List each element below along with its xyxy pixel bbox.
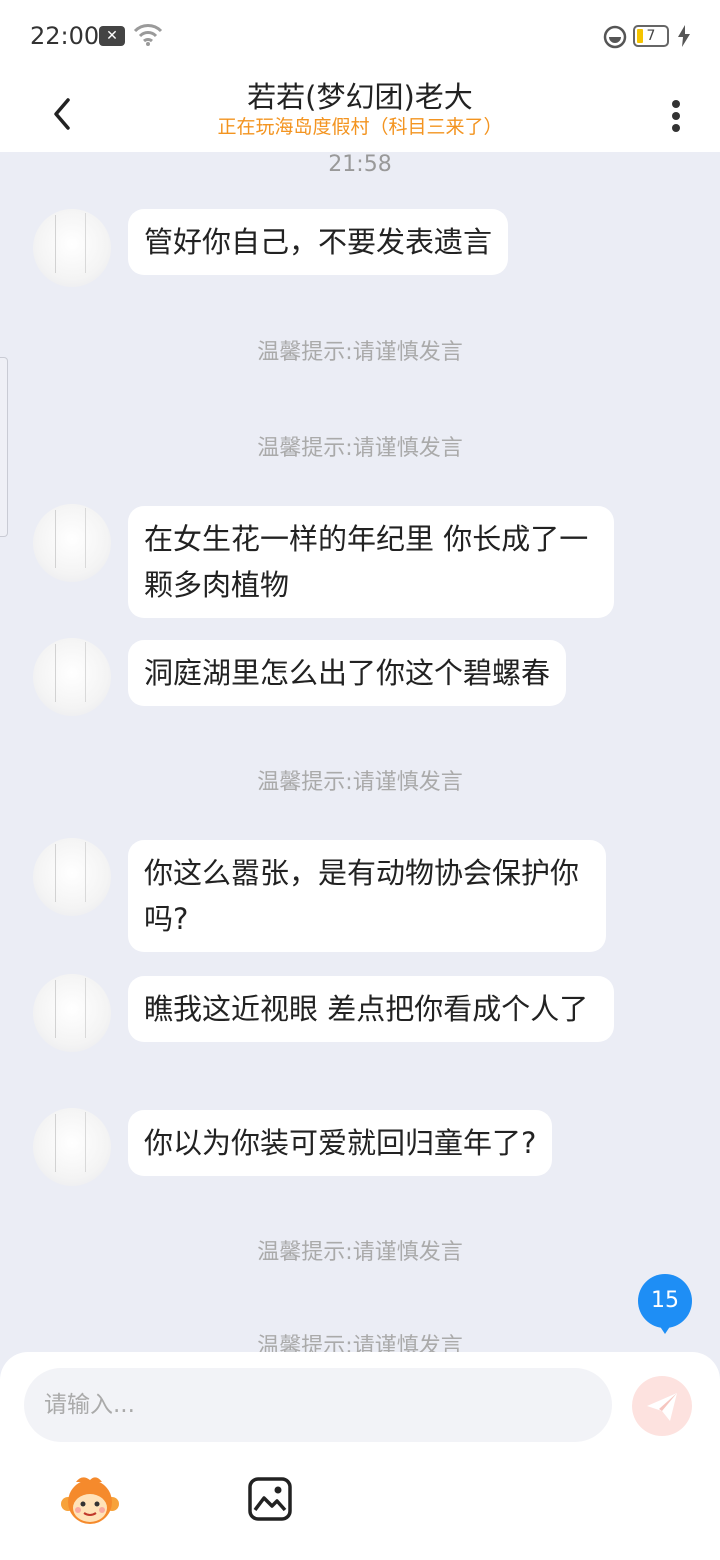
message-timestamp: 21:58 [328,152,392,177]
monkey-emoji-icon [61,1477,119,1524]
avatar[interactable] [33,638,111,716]
chat-header: 若若(梦幻团)老大 正在玩海岛度假村（科目三来了） [0,72,720,152]
send-button[interactable] [632,1376,692,1436]
chat-message-list[interactable]: 21:58 管好你自己，不要发表遗言 温馨提示:请谨慎发言 温馨提示:请谨慎发言… [0,152,720,1352]
caution-tip: 温馨提示:请谨慎发言 [257,340,463,365]
battery-icon: 7 [633,25,669,47]
avatar[interactable] [33,1108,111,1186]
data-saver-icon [603,25,627,49]
send-icon [647,1393,677,1421]
avatar[interactable] [33,838,111,916]
caution-tip: 温馨提示:请谨慎发言 [257,436,463,461]
message-bubble[interactable]: 管好你自己，不要发表遗言 [128,209,509,275]
wifi-icon [133,24,163,46]
message-bubble[interactable]: 在女生花一样的年纪里 你长成了一颗多肉植物 [128,506,614,618]
avatar[interactable] [33,209,111,287]
caution-tip: 温馨提示:请谨慎发言 [257,770,463,795]
avatar[interactable] [33,974,111,1052]
more-options-button[interactable] [660,86,692,142]
emoji-button[interactable] [60,1472,120,1532]
message-bubble[interactable]: 瞧我这近视眼 差点把你看成个人了 [128,976,614,1042]
status-time: 22:00 [30,22,100,50]
chat-title: 若若(梦幻团)老大 [247,80,473,114]
unread-count-badge[interactable]: 15 [638,1274,692,1334]
message-input[interactable] [24,1368,612,1442]
image-picker-button[interactable] [247,1476,293,1522]
battery-level: 7 [646,28,656,44]
avatar[interactable] [33,504,111,582]
caution-tip: 温馨提示:请谨慎发言 [257,1334,463,1352]
input-panel [0,1352,720,1560]
status-bar: 22:00 ✕ 7 [0,0,720,72]
charging-icon [678,25,690,47]
message-bubble[interactable]: 你以为你装可爱就回归童年了? [128,1110,553,1176]
chat-subtitle-status: 正在玩海岛度假村（科目三来了） [217,116,503,138]
caution-tip: 温馨提示:请谨慎发言 [257,1240,463,1265]
image-icon [248,1477,292,1521]
message-bubble[interactable]: 洞庭湖里怎么出了你这个碧螺春 [128,640,567,706]
notification-x-icon: ✕ [99,26,125,46]
message-bubble[interactable]: 你这么嚣张，是有动物协会保护你吗? [128,840,606,952]
